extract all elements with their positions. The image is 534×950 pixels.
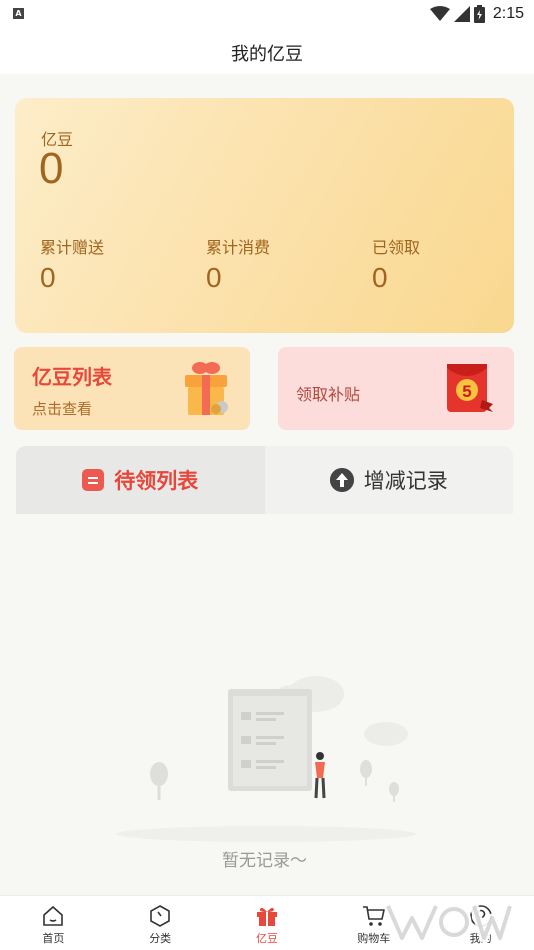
balance-card: 亿豆 0 累计赠送 0 累计消费 0 已领取 0 bbox=[15, 98, 514, 333]
watermark-logo bbox=[383, 904, 515, 943]
tab-change-records[interactable]: 增减记录 bbox=[264, 446, 513, 514]
nav-category[interactable]: 分类 bbox=[107, 896, 214, 950]
claim-subsidy-title: 领取补贴 bbox=[296, 385, 361, 404]
nav-category-label: 分类 bbox=[149, 932, 172, 945]
home-icon bbox=[43, 905, 64, 926]
gift-box-icon bbox=[185, 362, 228, 415]
nav-home-label: 首页 bbox=[42, 932, 65, 945]
nav-yidou-label: 亿豆 bbox=[255, 932, 278, 945]
tab-pending-list[interactable]: 待领列表 bbox=[16, 446, 265, 514]
red-packet-icon: 5 bbox=[447, 364, 493, 412]
header: 我的亿豆 bbox=[0, 28, 534, 74]
stat-value: 0 bbox=[372, 262, 388, 293]
stat-total-gifted: 累计赠送 0 bbox=[40, 234, 104, 294]
empty-state: 暂无记录～ bbox=[16, 514, 513, 894]
record-tabs: 待领列表 增减记录 bbox=[16, 446, 513, 514]
status-time: 2:15 bbox=[492, 5, 524, 22]
yidou-list-subtitle: 点击查看 bbox=[32, 400, 93, 418]
empty-text: 暂无记录～ bbox=[222, 851, 307, 871]
signal-icon bbox=[453, 6, 470, 22]
category-icon bbox=[150, 905, 170, 927]
wifi-icon bbox=[429, 6, 450, 21]
list-icon bbox=[82, 469, 105, 491]
status-indicators: 2:15 bbox=[429, 3, 524, 25]
stat-value: 0 bbox=[206, 262, 222, 293]
yidou-list-title: 亿豆列表 bbox=[32, 365, 112, 389]
empty-illustration bbox=[116, 676, 416, 842]
stat-total-consumed: 累计消费 0 bbox=[206, 234, 270, 294]
arrow-up-circle-icon bbox=[329, 468, 354, 492]
balance-value: 0 bbox=[39, 144, 64, 193]
gift-icon bbox=[256, 907, 277, 926]
nav-home[interactable]: 首页 bbox=[0, 896, 107, 950]
stat-received: 已领取 0 bbox=[372, 234, 420, 294]
nav-yidou[interactable]: 亿豆 bbox=[214, 896, 321, 950]
page-title: 我的亿豆 bbox=[231, 44, 303, 65]
tab-records-label: 增减记录 bbox=[363, 469, 448, 493]
claim-subsidy-card[interactable]: 领取补贴 5 bbox=[278, 347, 514, 430]
stat-value: 0 bbox=[40, 262, 56, 293]
status-bar: A 2:15 bbox=[0, 0, 534, 28]
stat-label: 累计消费 bbox=[206, 238, 271, 257]
stat-label: 累计赠送 bbox=[40, 238, 105, 257]
red-packet-badge: 5 bbox=[462, 382, 471, 401]
yidou-list-card[interactable]: 亿豆列表 点击查看 bbox=[14, 347, 250, 430]
battery-icon bbox=[473, 5, 485, 23]
stat-label: 已领取 bbox=[372, 238, 421, 257]
app-notification-icon: A bbox=[13, 8, 24, 19]
tab-pending-label: 待领列表 bbox=[114, 469, 199, 493]
